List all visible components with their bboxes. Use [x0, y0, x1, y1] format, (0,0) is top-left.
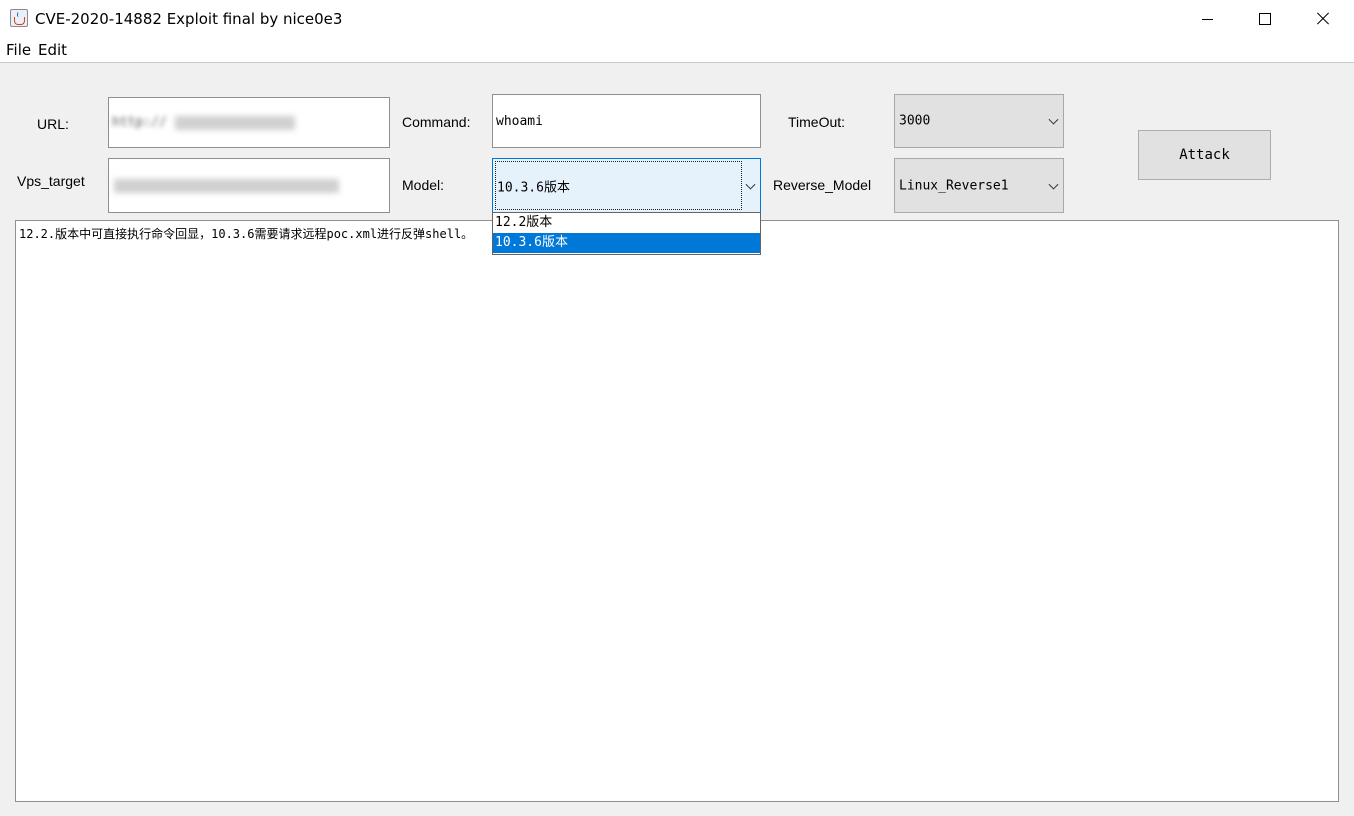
output-textarea[interactable]: 12.2.版本中可直接执行命令回显，10.3.6需要请求远程poc.xml进行反…: [15, 220, 1339, 802]
timeout-select[interactable]: 3000: [894, 94, 1064, 148]
reverse-model-select[interactable]: Linux_Reverse1: [894, 158, 1064, 213]
close-button[interactable]: [1294, 0, 1352, 38]
model-dropdown-list: 12.2版本 10.3.6版本: [492, 212, 761, 255]
model-select[interactable]: 10.3.6版本: [492, 158, 761, 213]
timeout-value: 3000: [899, 113, 931, 129]
output-text: 12.2.版本中可直接执行命令回显，10.3.6需要请求远程poc.xml进行反…: [19, 227, 474, 241]
chevron-down-icon: [745, 179, 756, 190]
minimize-icon: [1201, 18, 1213, 20]
chevron-down-icon: [1048, 179, 1059, 190]
url-input[interactable]: http://: [108, 97, 390, 148]
reverse-model-value: Linux_Reverse1: [899, 178, 1009, 193]
java-cup-icon: [10, 9, 28, 27]
maximize-icon: [1259, 13, 1271, 25]
redacted-patch: [174, 115, 295, 130]
minimize-button[interactable]: [1178, 0, 1236, 38]
menu-edit[interactable]: Edit: [38, 41, 67, 59]
model-value: 10.3.6版本: [497, 180, 570, 195]
reverse-model-label: Reverse_Model: [773, 177, 872, 193]
maximize-button[interactable]: [1236, 0, 1294, 38]
redacted-patch: [114, 178, 339, 193]
url-label: URL:: [37, 116, 69, 132]
menu-file[interactable]: File: [6, 41, 31, 59]
window-bottom-edge: [0, 810, 1354, 816]
close-icon: [1316, 12, 1330, 26]
menu-bar: File Edit: [0, 38, 1354, 63]
model-label: Model:: [402, 177, 445, 193]
attack-button[interactable]: Attack: [1138, 130, 1271, 180]
model-option-12-2[interactable]: 12.2版本: [493, 213, 760, 233]
title-bar[interactable]: CVE-2020-14882 Exploit final by nice0e3: [0, 0, 1354, 38]
command-input[interactable]: whoami: [492, 94, 761, 148]
command-label: Command:: [402, 114, 471, 130]
vps-target-label: Vps_target: [17, 173, 85, 189]
chevron-down-icon: [1048, 114, 1059, 125]
model-option-10-3-6[interactable]: 10.3.6版本: [493, 233, 760, 253]
vps-target-input[interactable]: [108, 158, 390, 213]
timeout-label: TimeOut:: [788, 114, 846, 130]
command-value: whoami: [496, 113, 543, 129]
window-title: CVE-2020-14882 Exploit final by nice0e3: [35, 10, 343, 28]
url-value: http://: [112, 115, 167, 130]
